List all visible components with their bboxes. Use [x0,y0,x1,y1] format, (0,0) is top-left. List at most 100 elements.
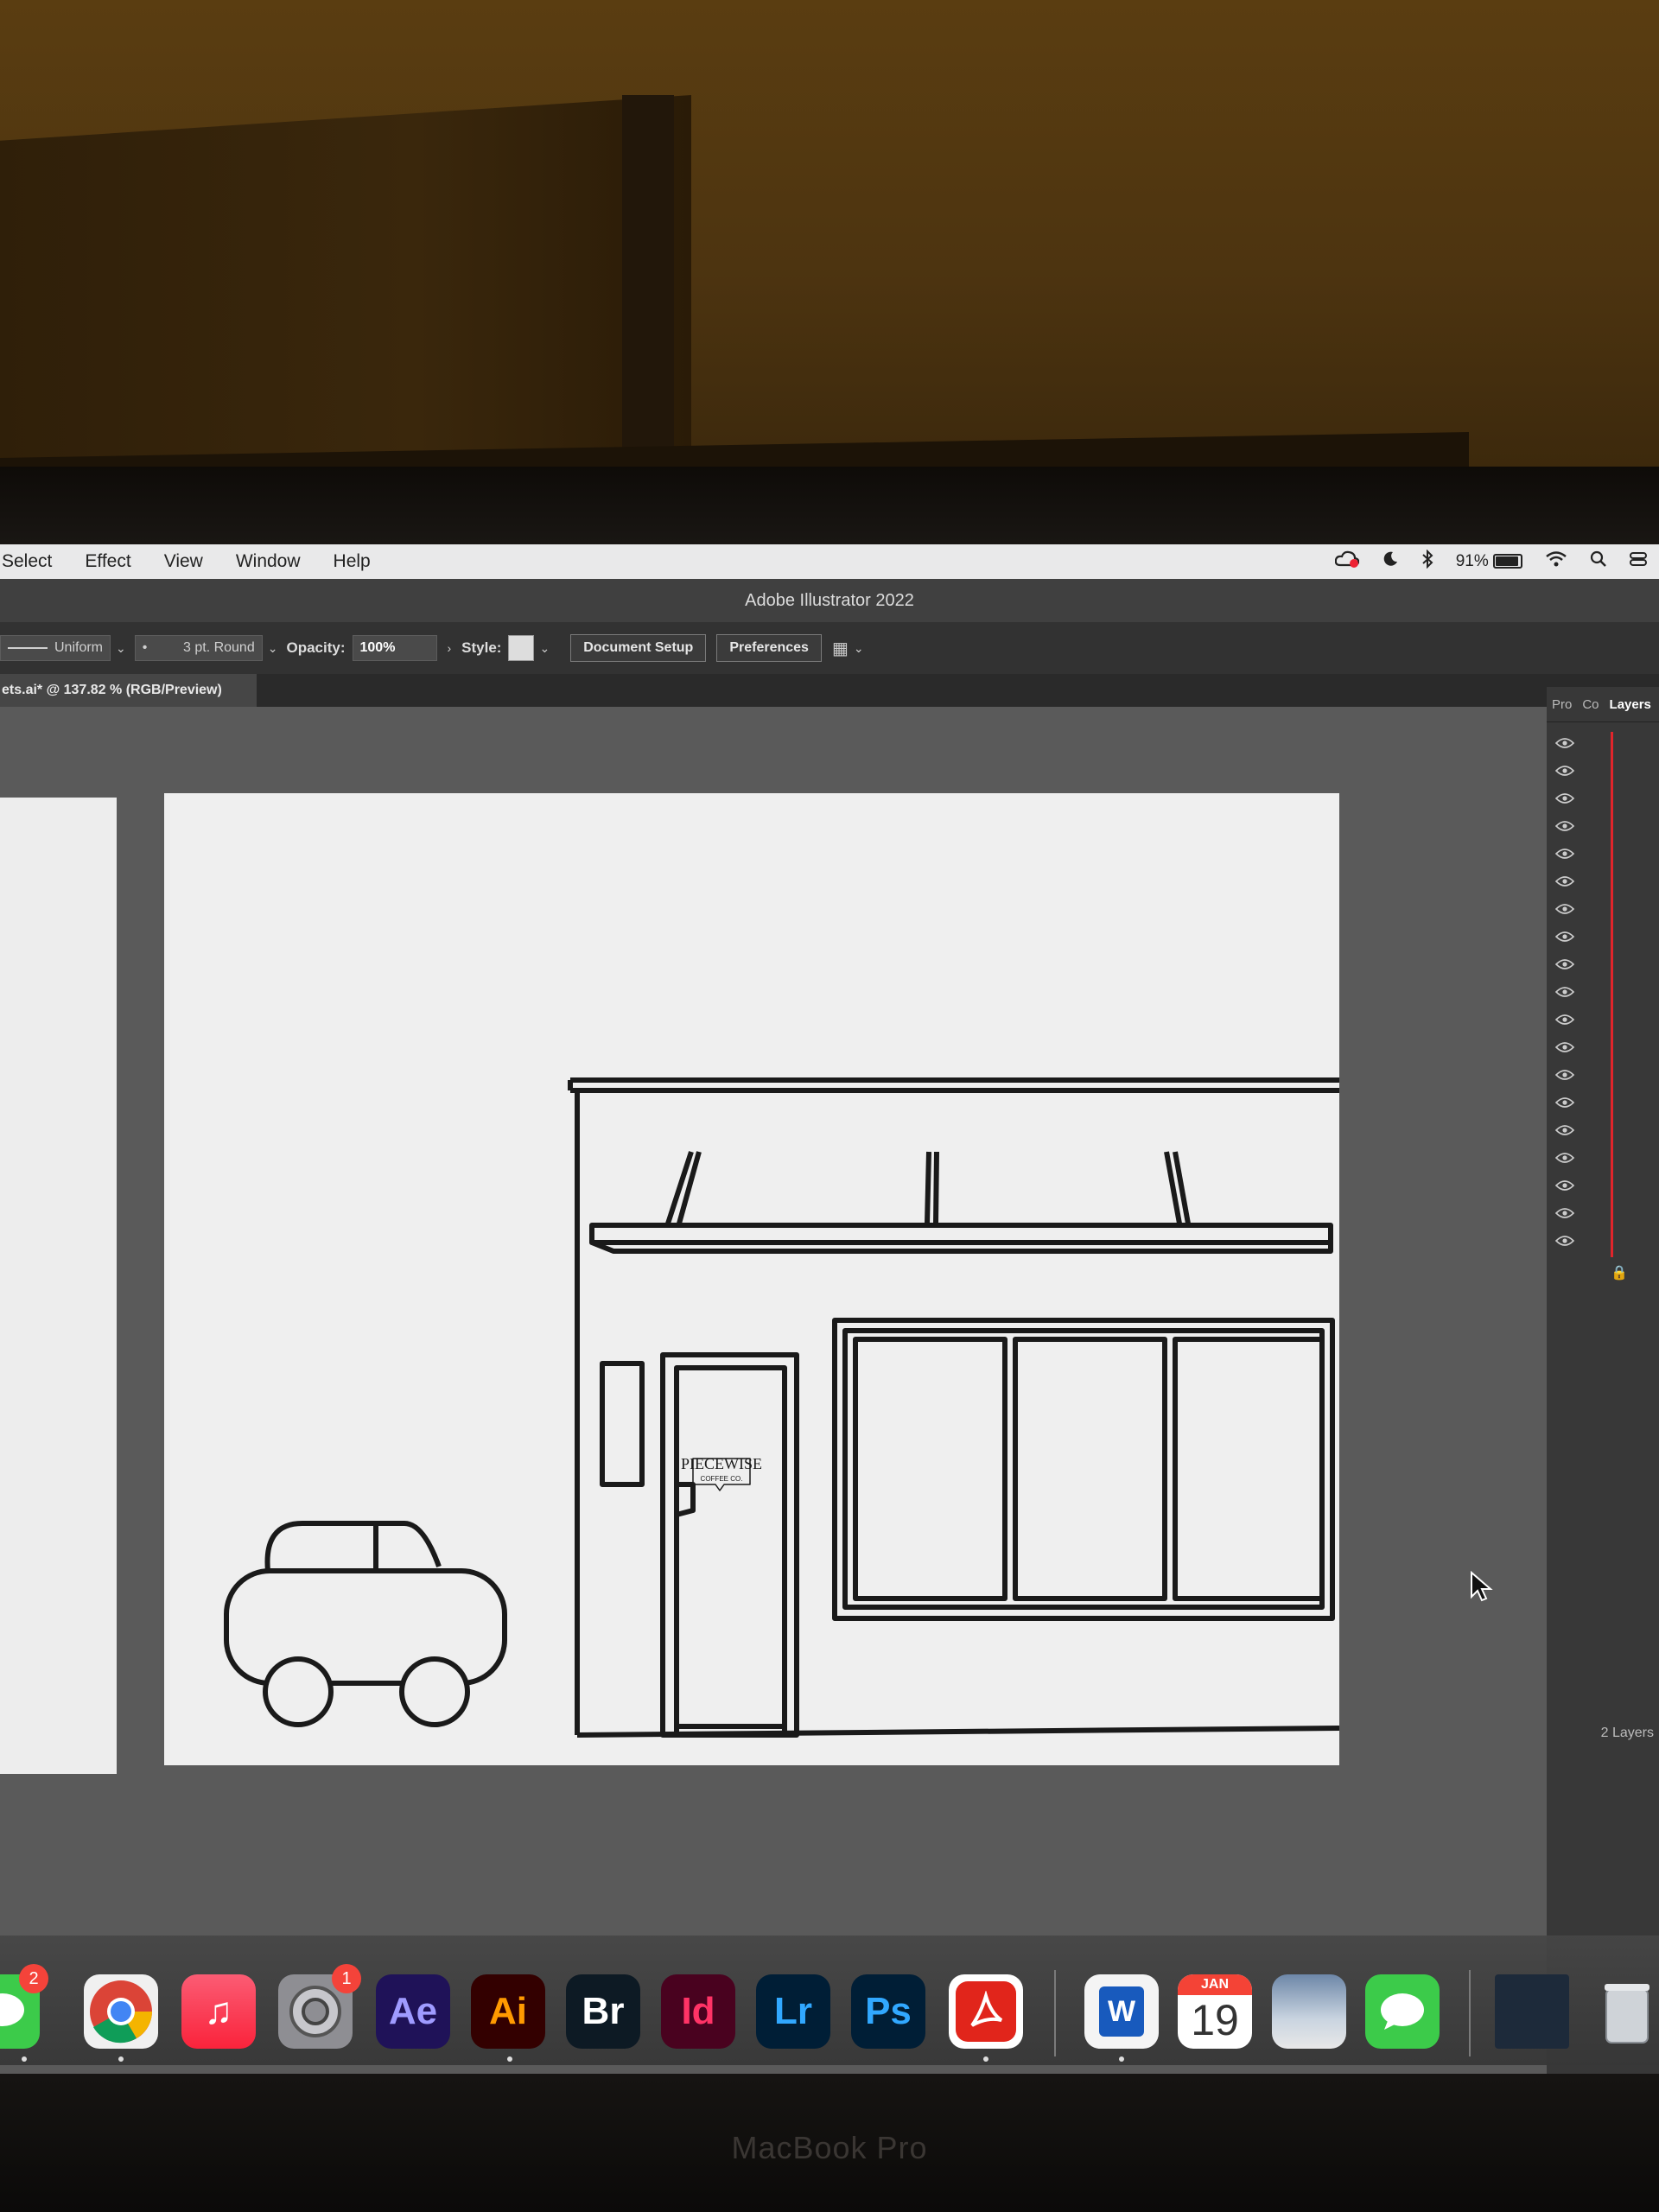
music-app-icon[interactable]: ♫ [181,1974,256,2049]
illustrator-app-icon[interactable]: Ai [471,1974,545,2049]
layer-row[interactable] [1555,1147,1659,1174]
artboard-main[interactable]: PIECEWISE COFFEE CO. [164,793,1340,1765]
menu-window[interactable]: Window [236,551,301,572]
tab-color[interactable]: Co [1577,697,1604,712]
lock-icon[interactable]: 🔒 [1611,1264,1628,1281]
eye-icon[interactable] [1555,1152,1574,1164]
eye-icon[interactable] [1555,931,1574,943]
calendar-app-icon[interactable]: JAN 19 [1178,1974,1252,2049]
messages-app-icon[interactable]: 2 [0,1964,48,2049]
eye-icon[interactable] [1555,1014,1574,1026]
sign-subtitle: COFFEE CO. [701,1475,743,1483]
stroke-profile-select[interactable]: Uniform [0,635,111,661]
layer-row[interactable] [1555,760,1659,787]
brush-value: 3 pt. Round [183,640,255,655]
after-effects-app-icon[interactable]: Ae [376,1974,450,2049]
layer-row[interactable] [1555,1091,1659,1119]
control-center-icon[interactable] [1630,550,1647,573]
layer-row[interactable] [1555,842,1659,870]
bridge-app-icon[interactable]: Br [566,1974,640,2049]
layer-row[interactable] [1555,981,1659,1008]
battery-icon [1493,554,1522,569]
eye-icon[interactable] [1555,875,1574,887]
eye-icon[interactable] [1555,820,1574,832]
eye-icon[interactable] [1555,1207,1574,1219]
layer-row[interactable] [1555,925,1659,953]
eye-icon[interactable] [1555,958,1574,970]
tab-properties[interactable]: Pro [1547,697,1577,712]
arrange-documents-icon[interactable]: ▦ [832,638,849,659]
app-label: Ps [865,1990,912,2032]
layer-row[interactable] [1555,1174,1659,1202]
layer-row[interactable] [1555,1202,1659,1230]
layer-row[interactable] [1555,898,1659,925]
eye-icon[interactable] [1555,1179,1574,1192]
menu-effect[interactable]: Effect [85,551,130,572]
eye-icon[interactable] [1555,986,1574,998]
layers-count: 2 Layers [1600,1726,1654,1740]
word-app-icon[interactable]: W [1084,1974,1159,2049]
layer-row[interactable] [1555,732,1659,760]
opacity-input[interactable]: 100% [352,635,437,661]
layer-row[interactable] [1555,1230,1659,1257]
chevron-down-icon[interactable]: ⌄ [116,641,126,656]
layer-row[interactable] [1555,1064,1659,1091]
eye-icon[interactable] [1555,737,1574,749]
chrome-app-icon[interactable] [84,1974,158,2049]
layer-row[interactable] [1555,1119,1659,1147]
facetime-messages-icon[interactable] [1365,1974,1440,2049]
chevron-down-icon[interactable]: ⌄ [539,641,550,656]
creative-cloud-icon[interactable] [1334,550,1359,574]
menu-view[interactable]: View [164,551,203,572]
chevron-right-icon[interactable]: › [448,641,452,655]
wifi-icon[interactable] [1545,550,1567,573]
layer-row[interactable] [1555,815,1659,842]
layer-row[interactable] [1555,953,1659,981]
system-preferences-icon[interactable]: 1 [278,1964,361,2049]
layer-row[interactable] [1555,1036,1659,1064]
tab-layers[interactable]: Layers [1605,697,1656,712]
spotlight-search-icon[interactable] [1590,550,1607,573]
bluetooth-icon[interactable] [1421,549,1433,574]
indesign-app-icon[interactable]: Id [661,1974,735,2049]
layer-color-bar [1611,842,1613,870]
canvas[interactable]: PIECEWISE COFFEE CO. [0,707,1547,2074]
eye-icon[interactable] [1555,765,1574,777]
preview-app-icon[interactable] [1272,1974,1346,2049]
storefront-artwork[interactable]: PIECEWISE COFFEE CO. [164,793,1340,1765]
eye-icon[interactable] [1555,848,1574,860]
battery-status[interactable]: 91% [1456,552,1522,571]
eye-icon[interactable] [1555,1041,1574,1053]
acrobat-app-icon[interactable] [949,1974,1023,2049]
eye-icon[interactable] [1555,1096,1574,1109]
document-tab-bar: ets.ai* @ 137.82 % (RGB/Preview) [0,674,1659,707]
layer-color-bar [1611,1119,1613,1147]
layer-color-bar [1611,1147,1613,1174]
artboard-left[interactable] [0,798,117,1774]
eye-icon[interactable] [1555,1235,1574,1247]
menu-help[interactable]: Help [334,551,371,572]
eye-icon[interactable] [1555,1124,1574,1136]
menu-select[interactable]: Select [2,551,52,572]
document-setup-button[interactable]: Document Setup [570,634,707,662]
eye-icon[interactable] [1555,903,1574,915]
brush-select[interactable]: • 3 pt. Round [134,635,263,661]
photoshop-app-icon[interactable]: Ps [851,1974,925,2049]
eye-icon[interactable] [1555,1069,1574,1081]
trash-icon[interactable] [1590,1974,1659,2049]
style-swatch[interactable] [508,635,535,661]
document-tab[interactable]: ets.ai* @ 137.82 % (RGB/Preview) [0,674,257,707]
dock-separator [1469,1970,1471,2056]
lightroom-app-icon[interactable]: Lr [756,1974,830,2049]
eye-icon[interactable] [1555,792,1574,804]
app-label: Br [582,1990,625,2032]
chevron-down-icon[interactable]: ⌄ [268,641,278,656]
layer-row[interactable] [1555,870,1659,898]
minimized-window-icon[interactable] [1495,1974,1569,2049]
chevron-down-icon[interactable]: ⌄ [854,641,864,656]
layer-row[interactable] [1555,787,1659,815]
layer-color-bar [1611,953,1613,981]
preferences-button[interactable]: Preferences [716,634,822,662]
layer-row[interactable] [1555,1008,1659,1036]
do-not-disturb-icon[interactable] [1382,550,1399,573]
